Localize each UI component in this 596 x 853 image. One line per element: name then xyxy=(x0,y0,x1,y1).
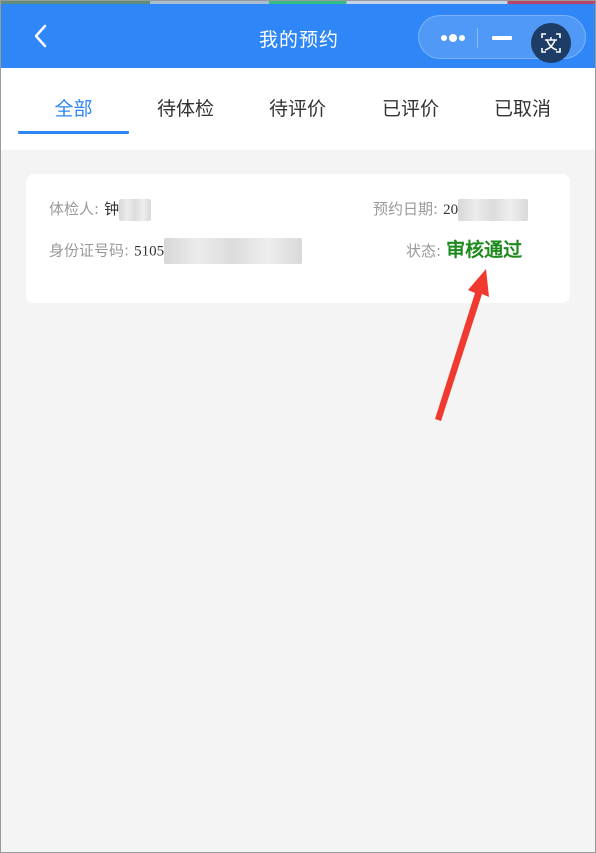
minimize-icon xyxy=(492,36,512,40)
id-number-label: 身份证号码: xyxy=(49,241,130,260)
status-tabs: 全部 待体检 待评价 已评价 已取消 xyxy=(1,68,595,150)
id-number-value: 5105 xyxy=(134,243,165,260)
translate-icon xyxy=(541,33,561,53)
appointment-date-label: 预约日期: xyxy=(373,200,439,218)
minimize-button[interactable] xyxy=(489,28,515,48)
status-row: 状态: 审核通过 xyxy=(406,238,522,263)
redacted-id-blur xyxy=(164,238,303,264)
active-tab-indicator xyxy=(18,131,129,134)
more-dots-icon xyxy=(441,34,465,42)
redacted-date-blur xyxy=(458,198,529,221)
tab-pending-exam[interactable]: 待体检 xyxy=(130,94,241,124)
app-frame: 我的预约 全部 待体检 待评价 已评价 已取消 体检人: 钟 预约日期: 20 … xyxy=(0,0,596,853)
tab-all[interactable]: 全部 xyxy=(18,94,129,124)
date-row: 预约日期: 20 xyxy=(373,197,529,222)
examinee-row: 体检人: 钟 xyxy=(49,197,152,222)
examinee-label: 体检人: xyxy=(49,200,100,218)
capsule-divider xyxy=(477,28,478,48)
tab-pending-review[interactable]: 待评价 xyxy=(242,94,353,124)
redacted-name-blur xyxy=(119,198,152,221)
translate-button[interactable] xyxy=(531,23,571,63)
more-button[interactable] xyxy=(439,28,469,48)
id-row: 身份证号码: 5105 xyxy=(49,238,303,264)
tab-reviewed[interactable]: 已评价 xyxy=(355,94,466,124)
appointment-date-value: 20 xyxy=(443,202,459,218)
status-value: 审核通过 xyxy=(446,239,523,261)
status-label: 状态: xyxy=(406,242,442,260)
navigation-bar: 我的预约 xyxy=(1,1,595,68)
examinee-value: 钟 xyxy=(104,202,120,218)
tab-cancelled[interactable]: 已取消 xyxy=(467,94,578,124)
top-window-strip xyxy=(1,1,595,4)
appointment-card[interactable]: 体检人: 钟 预约日期: 20 身份证号码: 5105 状态: 审核通过 xyxy=(26,174,570,303)
